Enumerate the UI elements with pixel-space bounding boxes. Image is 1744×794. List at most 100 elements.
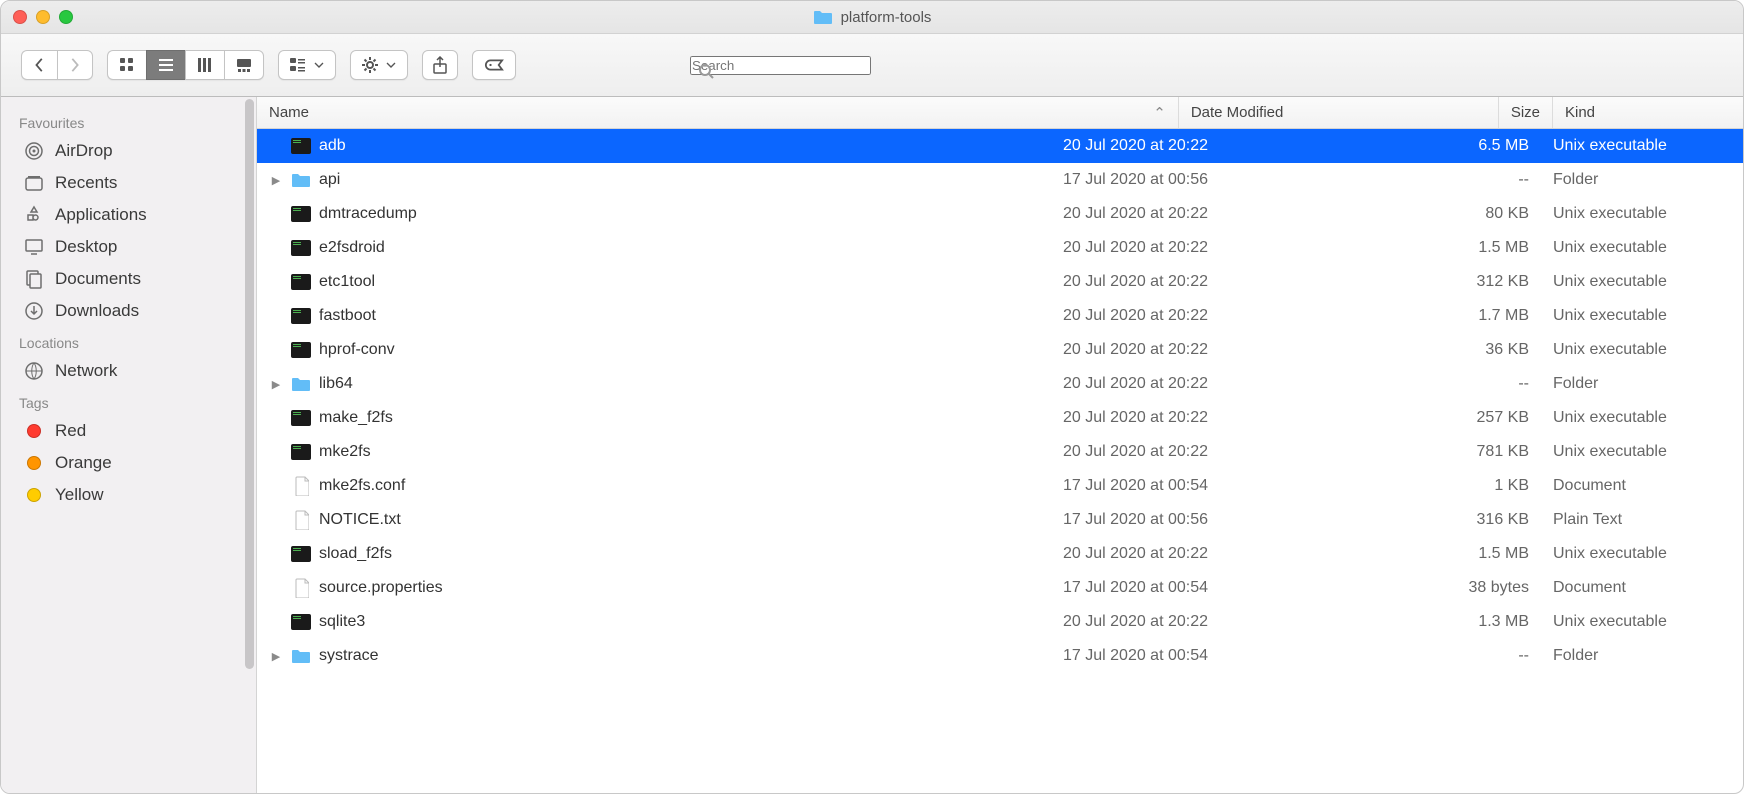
search-field-wrap (690, 56, 1723, 75)
file-name: sload_f2fs (319, 545, 392, 563)
column-header-name[interactable]: Name ⌃ (257, 97, 1179, 128)
search-icon (698, 63, 714, 79)
file-date: 20 Jul 2020 at 20:22 (1063, 545, 1383, 563)
file-row[interactable]: mke2fs.conf17 Jul 2020 at 00:541 KBDocum… (257, 469, 1743, 503)
sidebar-item-label: Red (55, 421, 86, 441)
file-kind: Unix executable (1553, 545, 1743, 563)
disclosure-triangle-icon[interactable]: ▶ (269, 174, 283, 187)
sidebar-item-documents[interactable]: Documents (13, 263, 240, 295)
file-size: -- (1383, 375, 1553, 393)
column-header-kind[interactable]: Kind (1553, 97, 1743, 128)
sidebar-item-network[interactable]: Network (13, 355, 240, 387)
tag-color-icon (23, 452, 45, 474)
file-type-icon (291, 510, 311, 530)
file-name: api (319, 171, 340, 189)
sidebar-item-airdrop[interactable]: AirDrop (13, 135, 240, 167)
file-name: make_f2fs (319, 409, 393, 427)
airdrop-icon (23, 140, 45, 162)
disclosure-triangle-icon[interactable]: ▶ (269, 650, 283, 663)
file-size: 1.5 MB (1383, 545, 1553, 563)
file-size: 1.7 MB (1383, 307, 1553, 325)
sidebar-item-tag-yellow[interactable]: Yellow (13, 479, 240, 511)
action-menu-button[interactable] (350, 50, 408, 80)
search-input[interactable] (690, 56, 871, 75)
file-kind: Folder (1553, 647, 1743, 665)
file-kind: Unix executable (1553, 205, 1743, 223)
file-row[interactable]: ▶api17 Jul 2020 at 00:56--Folder (257, 163, 1743, 197)
file-list-pane: Name ⌃ Date Modified Size Kind adb 20 Jul… (257, 97, 1743, 793)
file-type-icon (291, 136, 311, 156)
documents-icon (23, 268, 45, 290)
file-row[interactable]: source.properties17 Jul 2020 at 00:5438 … (257, 571, 1743, 605)
sidebar-item-desktop[interactable]: Desktop (13, 231, 240, 263)
file-row[interactable]: etc1tool20 Jul 2020 at 20:22312 KBUnix e… (257, 265, 1743, 299)
sidebar-item-label: Desktop (55, 237, 117, 257)
file-name: mke2fs (319, 443, 371, 461)
tags-button[interactable] (472, 50, 516, 80)
file-date: 17 Jul 2020 at 00:54 (1063, 477, 1383, 495)
file-row[interactable]: NOTICE.txt17 Jul 2020 at 00:56316 KBPlai… (257, 503, 1743, 537)
file-date: 20 Jul 2020 at 20:22 (1063, 307, 1383, 325)
file-type-icon (291, 408, 311, 428)
file-row[interactable]: dmtracedump20 Jul 2020 at 20:2280 KBUnix… (257, 197, 1743, 231)
list-view-button[interactable] (146, 50, 185, 80)
file-date: 17 Jul 2020 at 00:56 (1063, 171, 1383, 189)
file-size: 80 KB (1383, 205, 1553, 223)
file-date: 17 Jul 2020 at 00:56 (1063, 511, 1383, 529)
file-date: 20 Jul 2020 at 20:22 (1063, 239, 1383, 257)
gear-icon (361, 56, 379, 74)
sidebar-section-header: Locations (13, 327, 256, 355)
file-date: 20 Jul 2020 at 20:22 (1063, 137, 1383, 155)
file-row[interactable]: adb20 Jul 2020 at 20:226.5 MBUnix execut… (257, 129, 1743, 163)
view-mode-buttons (107, 50, 264, 80)
file-size: 312 KB (1383, 273, 1553, 291)
file-name: NOTICE.txt (319, 511, 401, 529)
sidebar-item-label: Orange (55, 453, 112, 473)
gallery-view-button[interactable] (224, 50, 264, 80)
sidebar-item-label: AirDrop (55, 141, 113, 161)
file-row[interactable]: sload_f2fs 20 Jul 2020 at 20:221.5 MBUnix… (257, 537, 1743, 571)
file-size: 781 KB (1383, 443, 1553, 461)
column-header-date[interactable]: Date Modified (1179, 97, 1499, 128)
back-button[interactable] (21, 50, 57, 80)
sidebar-item-recents[interactable]: Recents (13, 167, 240, 199)
file-row[interactable]: ▶systrace17 Jul 2020 at 00:54--Folder (257, 639, 1743, 673)
file-row[interactable]: sqlite320 Jul 2020 at 20:221.3 MBUnix ex… (257, 605, 1743, 639)
file-kind: Unix executable (1553, 273, 1743, 291)
file-kind: Unix executable (1553, 409, 1743, 427)
column-view-button[interactable] (185, 50, 224, 80)
sidebar-scrollbar[interactable] (245, 99, 254, 669)
sidebar-item-apps[interactable]: Applications (13, 199, 240, 231)
sidebar-item-label: Yellow (55, 485, 104, 505)
toolbar (1, 34, 1743, 97)
column-header-size[interactable]: Size (1499, 97, 1553, 128)
forward-button[interactable] (57, 50, 93, 80)
file-size: 1 KB (1383, 477, 1553, 495)
window-title-text: platform-tools (841, 9, 932, 26)
group-by-button[interactable] (278, 50, 336, 80)
sidebar-item-tag-red[interactable]: Red (13, 415, 240, 447)
file-row[interactable]: make_f2fs20 Jul 2020 at 20:22257 KBUnix … (257, 401, 1743, 435)
file-row[interactable]: e2fsdroid20 Jul 2020 at 20:221.5 MBUnix … (257, 231, 1743, 265)
sidebar-item-label: Applications (55, 205, 147, 225)
file-date: 20 Jul 2020 at 20:22 (1063, 341, 1383, 359)
file-name: adb (319, 137, 346, 155)
icon-view-button[interactable] (107, 50, 146, 80)
file-size: 1.3 MB (1383, 613, 1553, 631)
file-row[interactable]: fastboot20 Jul 2020 at 20:221.7 MBUnix e… (257, 299, 1743, 333)
disclosure-triangle-icon[interactable]: ▶ (269, 378, 283, 391)
share-button[interactable] (422, 50, 458, 80)
recents-icon (23, 172, 45, 194)
file-kind: Document (1553, 477, 1743, 495)
file-kind: Unix executable (1553, 239, 1743, 257)
file-type-icon (291, 306, 311, 326)
sidebar-item-downloads[interactable]: Downloads (13, 295, 240, 327)
sidebar-item-tag-orange[interactable]: Orange (13, 447, 240, 479)
file-row[interactable]: mke2fs20 Jul 2020 at 20:22781 KBUnix exe… (257, 435, 1743, 469)
file-row[interactable]: ▶lib6420 Jul 2020 at 20:22--Folder (257, 367, 1743, 401)
file-name: fastboot (319, 307, 376, 325)
file-name: systrace (319, 647, 379, 665)
file-date: 20 Jul 2020 at 20:22 (1063, 205, 1383, 223)
file-type-icon (291, 204, 311, 224)
file-row[interactable]: hprof-conv20 Jul 2020 at 20:2236 KBUnix … (257, 333, 1743, 367)
